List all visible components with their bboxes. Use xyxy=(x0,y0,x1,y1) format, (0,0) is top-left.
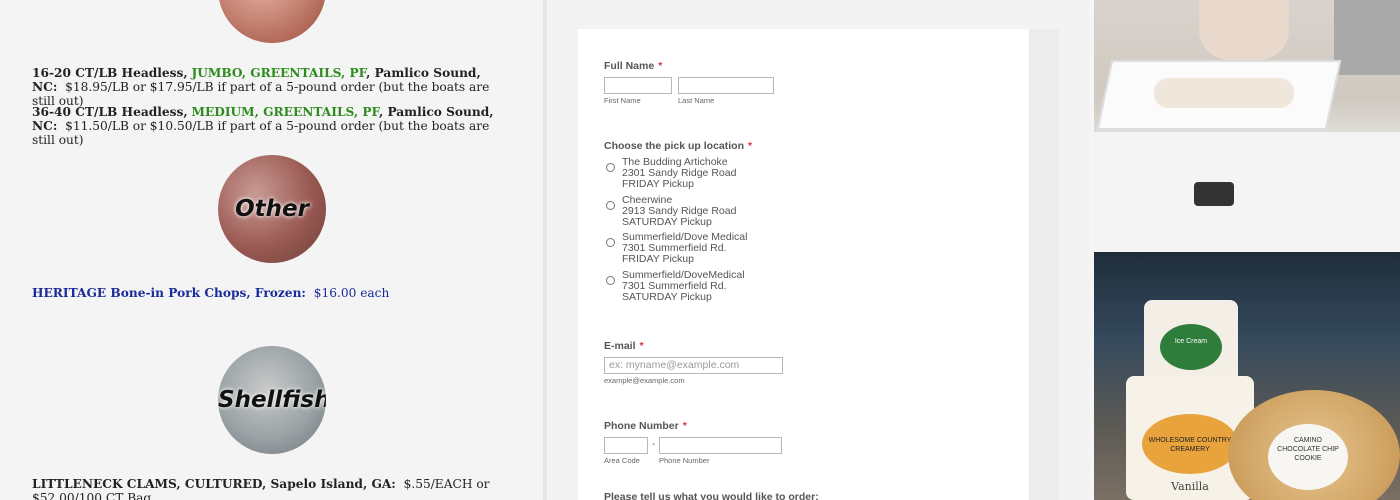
small-ice-cream-tub: Ice Cream xyxy=(1144,300,1238,384)
phone-number-sublabel: Phone Number xyxy=(659,456,710,465)
other-category-image: Other xyxy=(218,155,326,263)
pickup-option-summerfield-friday[interactable]: Summerfield/Dove Medical 7301 Summerfiel… xyxy=(606,232,747,265)
person-arm xyxy=(1199,0,1289,60)
full-name-label: Full Name * xyxy=(604,60,663,72)
scale-machine xyxy=(1334,0,1400,75)
scallops xyxy=(1154,78,1294,108)
product-item-jumbo-shrimp: 16-20 CT/LB Headless, JUMBO, GREENTAILS,… xyxy=(32,66,512,108)
product-price: $18.95/LB or $17.95/LB if part of a 5-po… xyxy=(32,80,490,108)
product-list-panel: 16-20 CT/LB Headless, JUMBO, GREENTAILS,… xyxy=(0,0,543,500)
phone-label: Phone Number * xyxy=(604,420,687,432)
first-name-input[interactable] xyxy=(604,77,672,94)
product-item-pork-chops: HERITAGE Bone-in Pork Chops, Frozen: $16… xyxy=(32,286,512,300)
area-code-input[interactable] xyxy=(604,437,648,454)
order-form: Full Name * First Name Last Name Choose t… xyxy=(578,29,1029,500)
product-name: 36-40 CT/LB Headless, xyxy=(32,105,188,119)
pickup-option-cheerwine[interactable]: Cheerwine 2913 Sandy Ridge Road SATURDAY… xyxy=(606,195,736,228)
first-name-sublabel: First Name xyxy=(604,96,641,105)
email-sublabel: example@example.com xyxy=(604,376,685,385)
last-name-input[interactable] xyxy=(678,77,774,94)
radio-button[interactable] xyxy=(606,276,615,285)
phone-dash: - xyxy=(652,439,656,450)
phone-number-input[interactable] xyxy=(659,437,782,454)
product-item-medium-shrimp: 36-40 CT/LB Headless, MEDIUM, GREENTAILS… xyxy=(32,105,512,147)
product-name: HERITAGE Bone-in Pork Chops, Frozen: xyxy=(32,286,306,300)
shellfish-category-image: Shellfish xyxy=(218,346,326,454)
cooler xyxy=(1094,130,1400,247)
email-placeholder: ex: myname@example.com xyxy=(609,359,740,371)
email-input[interactable]: ex: myname@example.com xyxy=(604,357,783,374)
tub-sub: CREAMERY xyxy=(1170,446,1210,453)
cookie-label: CHOCOLATE CHIP COOKIE xyxy=(1277,446,1339,462)
scallops-photo xyxy=(1094,0,1400,247)
form-side-strip xyxy=(1029,29,1059,500)
product-tags: MEDIUM, GREENTAILS, PF xyxy=(191,105,379,119)
product-name: 16-20 CT/LB Headless, xyxy=(32,66,188,80)
cookie-brand: CAMINO xyxy=(1294,437,1322,444)
pickup-location-label: Choose the pick up location * xyxy=(604,140,753,152)
pickup-option-budding-artichoke[interactable]: The Budding Artichoke 2301 Sandy Ridge R… xyxy=(606,157,736,190)
last-name-sublabel: Last Name xyxy=(678,96,715,105)
radio-button[interactable] xyxy=(606,201,615,210)
area-code-sublabel: Area Code xyxy=(604,456,640,465)
tub-label: Ice Cream xyxy=(1174,338,1208,345)
pickup-option-summerfield-saturday[interactable]: Summerfield/DoveMedical 7301 Summerfield… xyxy=(606,270,745,303)
radio-button[interactable] xyxy=(606,163,615,172)
tub-brand: WHOLESOME COUNTRY xyxy=(1148,437,1232,444)
shrimp-category-image xyxy=(218,0,326,43)
radio-button[interactable] xyxy=(606,238,615,247)
product-name: LITTLENECK CLAMS, CULTURED, Sapelo Islan… xyxy=(32,477,396,491)
product-tags: JUMBO, GREENTAILS, PF xyxy=(191,66,367,80)
product-price: $11.50/LB or $10.50/LB if part of a 5-po… xyxy=(32,119,490,147)
order-request-label: Please tell us what you would like to or… xyxy=(604,491,819,500)
order-form-panel: Full Name * First Name Last Name Choose t… xyxy=(547,0,1090,500)
ice-cream-cookie-photo: Ice Cream WHOLESOME COUNTRY CREAMERY Van… xyxy=(1094,252,1400,500)
shellfish-category-label: Shellfish xyxy=(218,387,326,413)
email-label: E-mail * xyxy=(604,340,644,352)
cooler-latch xyxy=(1194,182,1234,206)
product-item-clams: LITTLENECK CLAMS, CULTURED, Sapelo Islan… xyxy=(32,477,512,500)
other-category-label: Other xyxy=(235,196,309,222)
product-price: $16.00 each xyxy=(313,286,390,300)
